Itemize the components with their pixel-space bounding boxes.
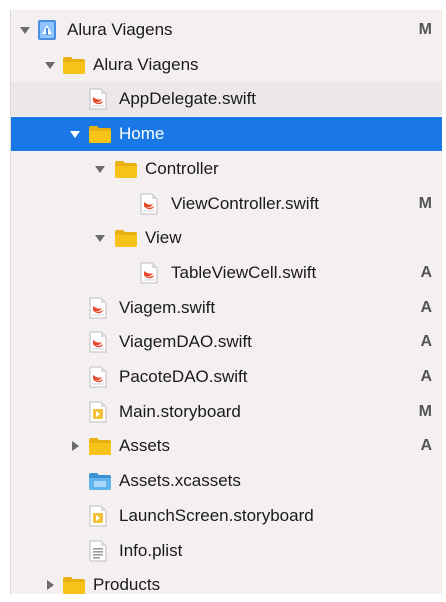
tree-row-pacotedao-swift[interactable]: PacoteDAO.swift A	[11, 360, 442, 394]
tree-row-appdelegate-swift[interactable]: AppDelegate.swift	[11, 82, 442, 117]
folder-icon	[62, 574, 85, 596]
source-control-status-badge: M	[418, 21, 432, 38]
tree-row-launchscreen-storyboard[interactable]: LaunchScreen.storyboard	[11, 499, 442, 533]
tree-row-label: Alura Viagens	[93, 54, 199, 74]
tree-row-label: View	[145, 228, 182, 248]
project-navigator[interactable]: Alura Viagens M Alura Viagens AppDelegate.s…	[10, 10, 442, 595]
tree-row-label: AppDelegate.swift	[119, 89, 257, 109]
source-control-status-badge: A	[420, 263, 432, 281]
source-control-status-badge: A	[420, 298, 432, 316]
swift-file-icon	[88, 331, 110, 353]
tree-row-label: Info.plist	[119, 540, 183, 560]
disclosure-expanded-icon[interactable]	[69, 128, 81, 140]
swift-file-icon	[139, 193, 161, 215]
tree-row-label: ViagemDAO.swift	[119, 332, 252, 352]
plist-file-icon	[88, 540, 110, 562]
tree-row-info-plist[interactable]: Info.plist	[11, 534, 442, 568]
swift-file-icon	[88, 297, 110, 319]
tree-row-main-storyboard[interactable]: Main.storyboard M	[11, 395, 442, 429]
folder-icon	[62, 54, 85, 76]
tree-row-home[interactable]: Home	[11, 117, 442, 152]
folder-icon	[114, 227, 137, 249]
source-control-status-badge: A	[420, 333, 432, 351]
tree-row-label: Main.storyboard	[119, 401, 241, 421]
tree-row-label: ViewController.swift	[171, 193, 320, 213]
storyboard-file-icon	[88, 505, 110, 527]
tree-row-label: TableViewCell.swift	[171, 262, 317, 282]
tree-row-viagem-swift[interactable]: Viagem.swift A	[11, 291, 442, 325]
source-control-status-badge: A	[420, 437, 432, 455]
disclosure-expanded-icon[interactable]	[19, 24, 31, 36]
tree-row-assets[interactable]: Assets A	[11, 429, 442, 463]
tree-row-controller[interactable]: Controller	[11, 152, 442, 186]
disclosure-expanded-icon[interactable]	[94, 232, 106, 244]
tree-row-viagemdao-swift[interactable]: ViagemDAO.swift A	[11, 325, 442, 359]
asset-catalog-icon	[88, 470, 111, 492]
tree-row-label: Home	[119, 124, 165, 144]
tree-row-viewcontroller-swift[interactable]: ViewController.swift M	[11, 187, 442, 221]
tree-row-label: Assets	[119, 436, 171, 456]
source-control-status-badge: M	[418, 402, 432, 420]
swift-file-icon	[88, 88, 110, 110]
tree-row-tableviewcell-swift[interactable]: TableViewCell.swift A	[11, 256, 442, 290]
tree-row-label: Viagem.swift	[119, 297, 216, 317]
tree-row-view[interactable]: View	[11, 221, 442, 255]
folder-icon	[88, 123, 111, 145]
source-control-status-badge: M	[418, 194, 432, 212]
xcode-project-icon	[36, 19, 58, 41]
tree-row-label: Assets.xcassets	[119, 471, 241, 491]
storyboard-file-icon	[88, 401, 110, 423]
tree-row-label: Alura Viagens	[67, 20, 173, 39]
disclosure-expanded-icon[interactable]	[94, 163, 106, 175]
folder-icon	[114, 158, 137, 180]
tree-row-alura-viagens[interactable]: Alura Viagens	[11, 48, 442, 82]
tree-row-assets-xcassets[interactable]: Assets.xcassets	[11, 464, 442, 498]
tree-row-products[interactable]: Products	[11, 568, 442, 602]
tree-row-label: PacoteDAO.swift	[119, 367, 248, 386]
swift-file-icon	[139, 262, 161, 284]
tree-row-label: Products	[93, 575, 161, 595]
disclosure-expanded-icon[interactable]	[44, 59, 56, 71]
disclosure-collapsed-icon[interactable]	[44, 579, 56, 591]
tree-row-label: LaunchScreen.storyboard	[119, 505, 314, 525]
swift-file-icon	[88, 366, 110, 388]
disclosure-collapsed-icon[interactable]	[69, 440, 81, 452]
tree-row-label: Controller	[145, 158, 219, 178]
source-control-status-badge: A	[420, 368, 432, 385]
folder-icon	[88, 435, 111, 457]
tree-row-alura-viagens-project[interactable]: Alura Viagens M	[11, 13, 442, 47]
